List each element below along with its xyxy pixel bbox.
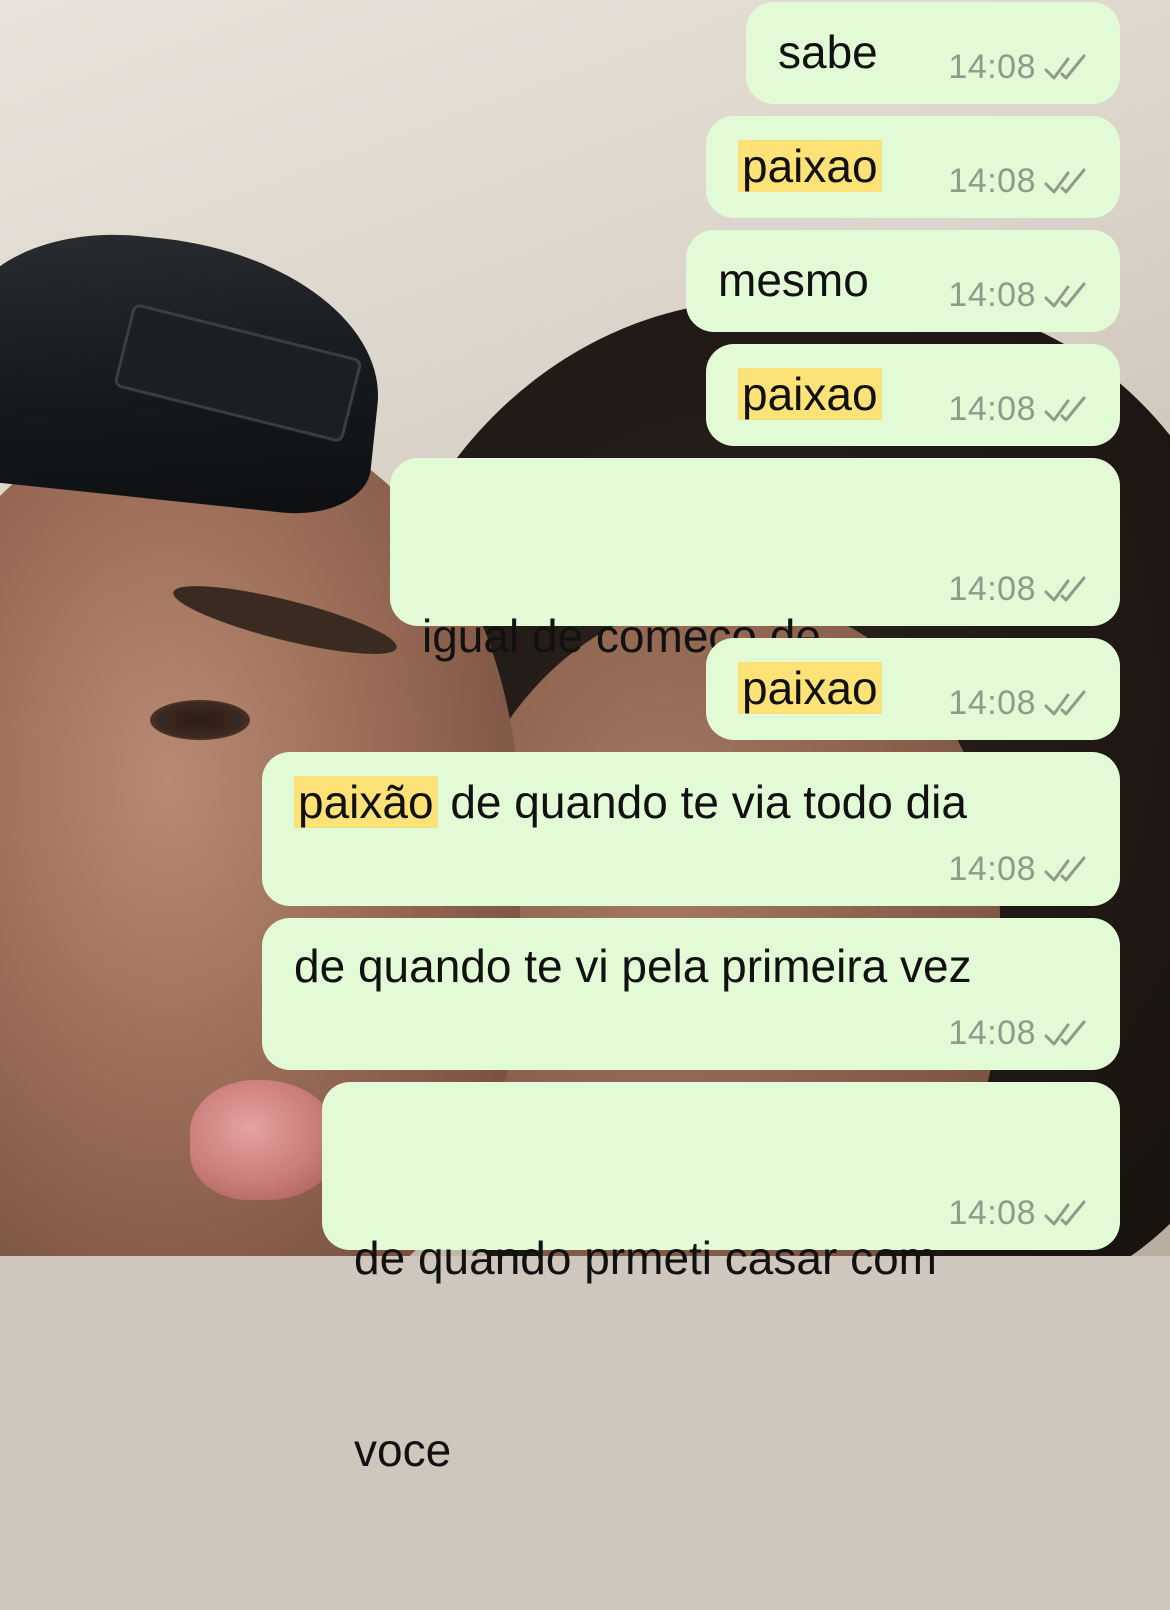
message-time: 14:08	[948, 162, 1036, 200]
message-bubble[interactable]: de quando te vi pela primeira vez 14:08	[262, 918, 1120, 1070]
message-time: 14:08	[948, 390, 1036, 428]
double-check-icon	[1044, 856, 1086, 881]
message-bubble[interactable]: paixao 14:08	[706, 116, 1120, 218]
message-bubble[interactable]: sabe 14:08	[746, 2, 1120, 104]
message-bubble[interactable]: de quando prmeti casar com voce 14:08	[322, 1082, 1120, 1476]
message-bubble[interactable]: paixao 14:08	[706, 638, 1120, 740]
message-bubble[interactable]: paixao 14:08	[706, 344, 1120, 446]
message-meta: 14:08	[948, 390, 1090, 429]
double-check-icon	[1044, 576, 1086, 601]
message-text: paixao	[738, 362, 882, 426]
message-text: mesmo	[718, 254, 869, 306]
double-check-icon	[1044, 54, 1086, 79]
message-time: 14:08	[948, 48, 1036, 86]
search-highlight: paixao	[738, 368, 882, 420]
message-bubble[interactable]: igual de começo de relacionamento 14:08	[390, 458, 1120, 854]
message-text: de quando prmeti casar com voce	[354, 1098, 937, 1610]
message-text: paixao	[738, 656, 882, 720]
message-list: sabe 14:08 paixao 14:08 mesmo 14:08 paix…	[0, 0, 1170, 1476]
double-check-icon	[1044, 396, 1086, 421]
message-meta: 14:08	[948, 48, 1090, 87]
message-time: 14:08	[948, 570, 1036, 608]
double-check-icon	[1044, 1200, 1086, 1225]
message-text: paixao	[738, 134, 882, 198]
message-text: sabe	[778, 26, 878, 78]
message-time: 14:08	[948, 850, 1036, 888]
message-time: 14:08	[948, 276, 1036, 314]
message-time: 14:08	[948, 684, 1036, 722]
search-highlight: paixao	[738, 140, 882, 192]
message-text: de quando te vi pela primeira vez	[294, 940, 972, 992]
search-highlight: paixão	[294, 776, 438, 828]
message-meta: 14:08	[948, 162, 1090, 201]
double-check-icon	[1044, 168, 1086, 193]
message-meta: 14:08	[948, 276, 1090, 315]
message-meta: 14:08	[948, 850, 1090, 889]
double-check-icon	[1044, 282, 1086, 307]
message-line: de quando prmeti casar com	[354, 1232, 937, 1284]
message-meta: 14:08	[948, 1194, 1090, 1233]
message-bubble[interactable]: paixão de quando te via todo dia 14:08	[262, 752, 1120, 906]
message-meta: 14:08	[948, 1014, 1090, 1053]
message-text: paixão de quando te via todo dia	[294, 770, 967, 834]
message-line: voce	[354, 1424, 452, 1476]
double-check-icon	[1044, 690, 1086, 715]
message-time: 14:08	[948, 1194, 1036, 1232]
search-highlight: paixao	[738, 662, 882, 714]
message-meta: 14:08	[948, 684, 1090, 723]
message-time: 14:08	[948, 1014, 1036, 1052]
message-bubble[interactable]: mesmo 14:08	[686, 230, 1120, 332]
message-meta: 14:08	[948, 570, 1090, 609]
double-check-icon	[1044, 1020, 1086, 1045]
